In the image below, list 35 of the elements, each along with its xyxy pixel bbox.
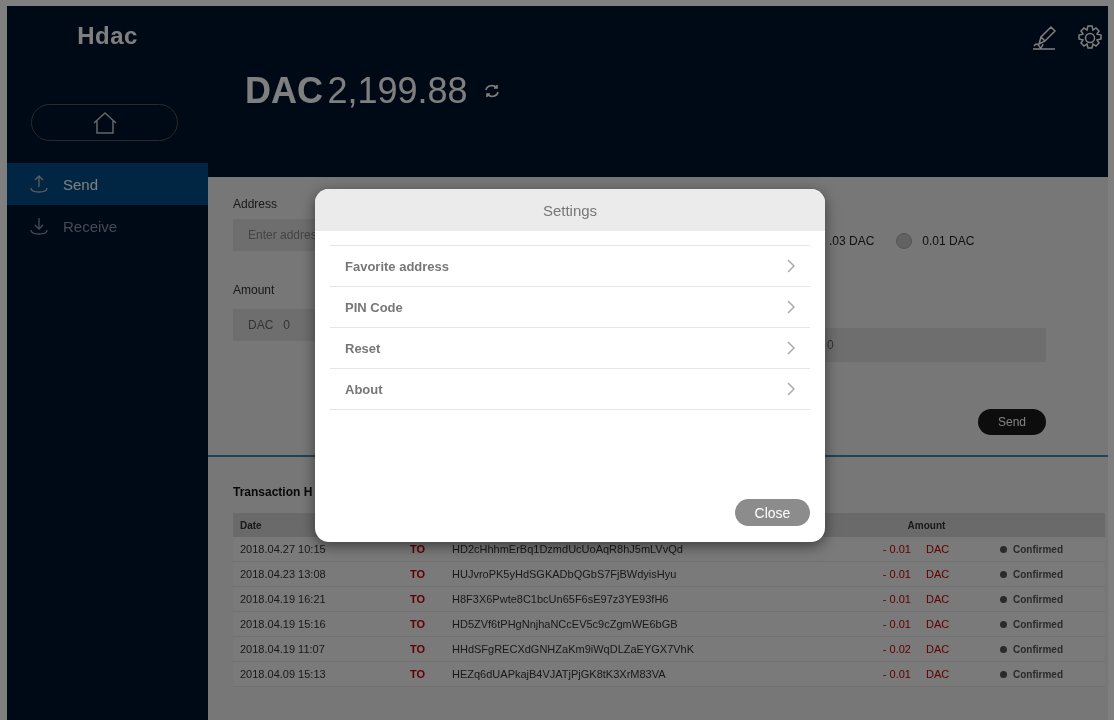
fee-label: 0.01 DAC	[922, 234, 975, 248]
upload-icon	[29, 174, 49, 194]
chevron-icon	[787, 382, 795, 396]
app-logo: Hdac	[77, 22, 138, 50]
address-label: Address	[233, 197, 278, 211]
status-dot	[1000, 620, 1007, 628]
sidebar-item[interactable]: Send	[7, 163, 208, 205]
status-dot	[1000, 570, 1007, 578]
radio-button[interactable]	[896, 233, 913, 249]
chevron-icon	[787, 259, 795, 273]
download-icon	[29, 216, 49, 236]
home-icon	[91, 110, 118, 135]
refresh-icon[interactable]	[483, 83, 500, 99]
status-dot	[1000, 595, 1007, 603]
status-text: Confirmed	[1013, 543, 1063, 555]
status-text: Confirmed	[1013, 593, 1063, 605]
fee-label: .03 DAC	[829, 234, 875, 248]
pen-icon[interactable]	[1030, 24, 1058, 52]
status-dot	[1000, 545, 1007, 553]
send-button[interactable]: Send	[978, 409, 1046, 435]
status-text: Confirmed	[1013, 618, 1063, 630]
status-text: Confirmed	[1013, 643, 1063, 655]
status-dot	[1000, 670, 1007, 678]
dialog-title: Settings	[315, 189, 825, 231]
balance-amount: DAC2,199.88	[245, 70, 468, 112]
section-title: Transaction H	[233, 485, 313, 499]
status-text: Confirmed	[1013, 568, 1063, 580]
chevron-icon	[787, 300, 795, 314]
status-dot	[1000, 645, 1007, 653]
amount-label: Amount	[233, 283, 275, 297]
settings-icon[interactable]	[1076, 24, 1104, 52]
chevron-icon	[787, 341, 795, 355]
status-text: Confirmed	[1013, 668, 1063, 680]
close-button[interactable]: Close	[735, 499, 810, 526]
sidebar-item[interactable]: Receive	[7, 205, 208, 247]
